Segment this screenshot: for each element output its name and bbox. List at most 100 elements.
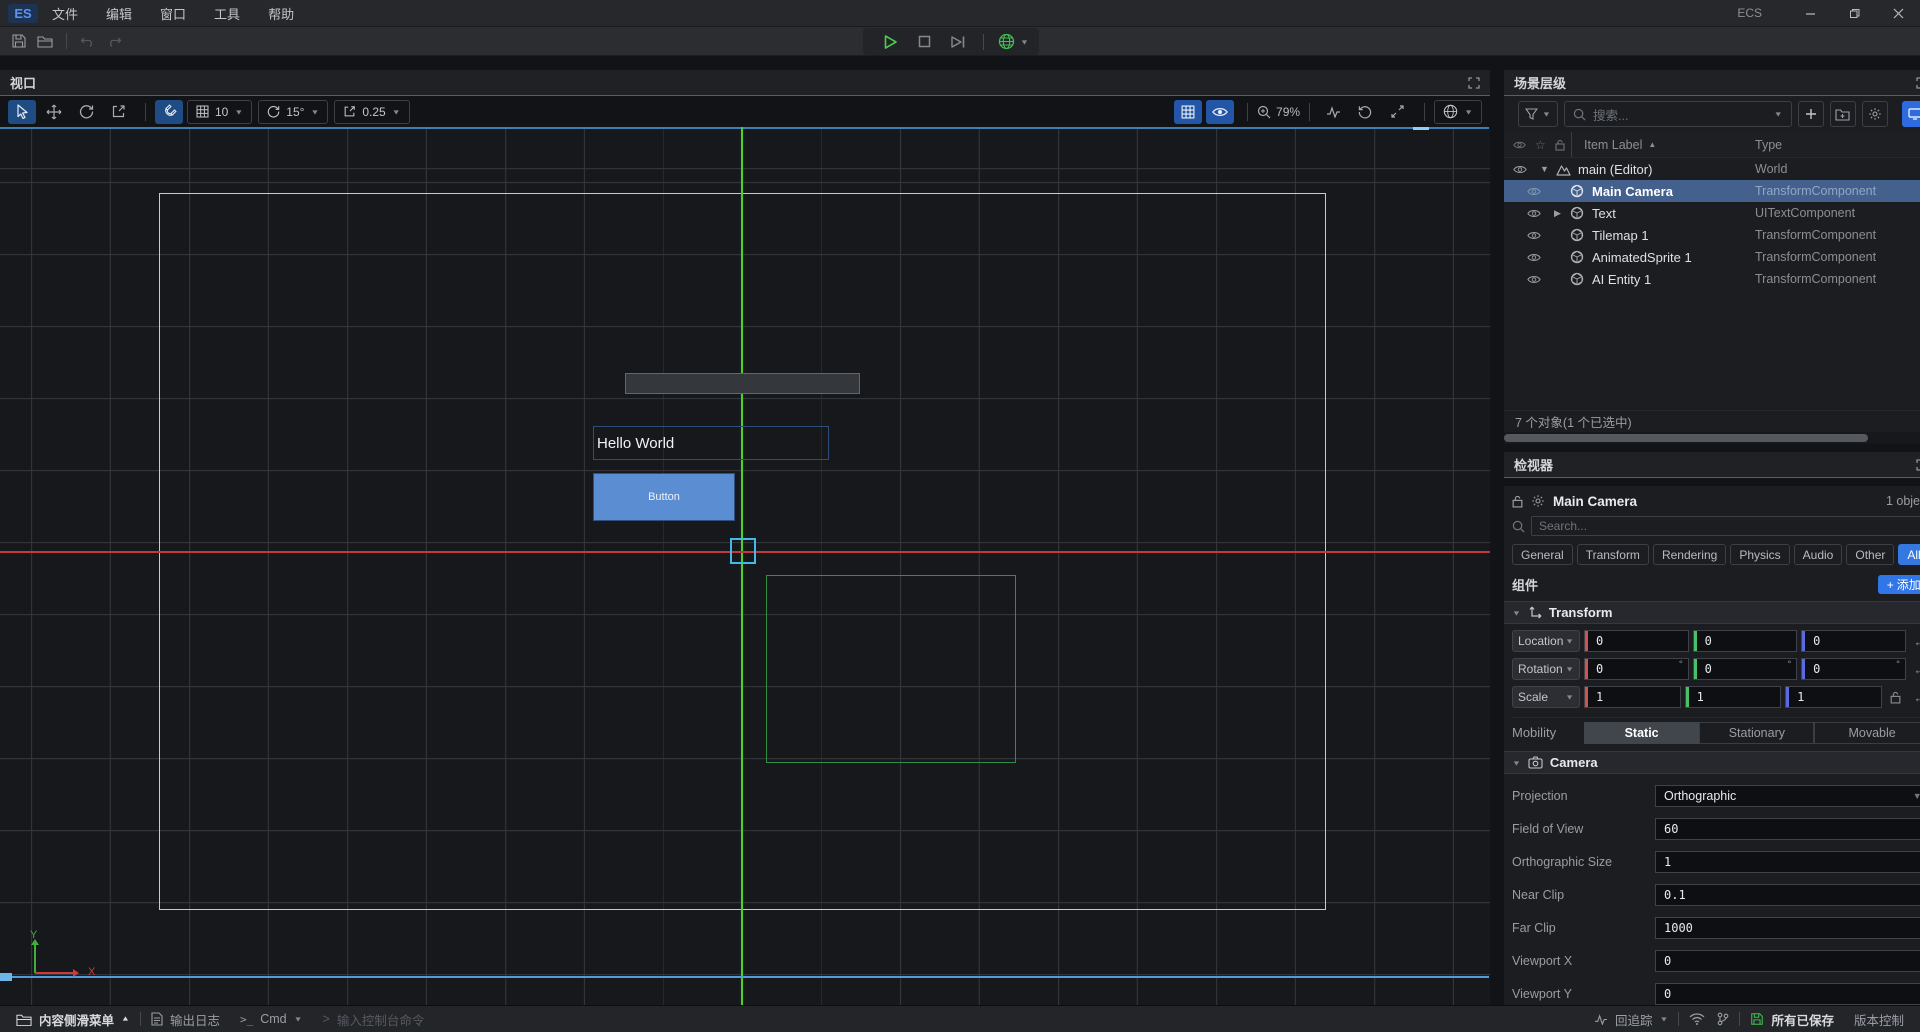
- projection-dropdown[interactable]: Orthographic ▼: [1655, 785, 1920, 807]
- network-status-icon[interactable]: [1679, 1006, 1715, 1032]
- maximize-button[interactable]: [1832, 0, 1876, 27]
- version-control-button[interactable]: 版本控制: [1844, 1006, 1920, 1032]
- stop-button[interactable]: [907, 30, 941, 54]
- hierarchy-search-input[interactable]: 搜索... ▼: [1564, 101, 1792, 127]
- step-forward-button[interactable]: [941, 30, 975, 54]
- edit-tool-button[interactable]: [104, 100, 132, 124]
- tree-row-ai-entity[interactable]: AI Entity 1 TransformComponent: [1504, 268, 1920, 290]
- canvas-top-scroll-thumb[interactable]: [1413, 127, 1429, 130]
- camera-section-header[interactable]: ▼ Camera: [1504, 751, 1920, 774]
- viewport-y-input[interactable]: 0: [1655, 983, 1920, 1005]
- redo-icon[interactable]: [101, 30, 127, 52]
- eye-icon[interactable]: [1527, 230, 1541, 241]
- tab-general[interactable]: General: [1512, 544, 1573, 565]
- world-run-globe-icon[interactable]: [992, 30, 1020, 54]
- unlock-icon[interactable]: [1886, 691, 1906, 704]
- tab-transform[interactable]: Transform: [1577, 544, 1649, 565]
- column-item-label[interactable]: Item Label ▲: [1572, 138, 1656, 152]
- menu-window[interactable]: 窗口: [146, 0, 200, 27]
- minimize-button[interactable]: [1788, 0, 1832, 27]
- lock-icon[interactable]: [1512, 495, 1523, 508]
- hscroll-thumb[interactable]: [1504, 434, 1868, 442]
- transform-section-header[interactable]: ▼ Transform: [1504, 601, 1920, 624]
- mobility-movable[interactable]: Movable: [1814, 722, 1920, 744]
- location-z-input[interactable]: 0: [1801, 630, 1906, 652]
- git-branch-icon[interactable]: [1715, 1006, 1739, 1032]
- eye-icon[interactable]: [1527, 208, 1541, 219]
- link-values-icon[interactable]: ↔: [1910, 690, 1920, 705]
- rotation-z-input[interactable]: 0°: [1801, 658, 1906, 680]
- view-mode-dropdown[interactable]: ▼: [1434, 100, 1482, 124]
- field-of-view-input[interactable]: 60: [1655, 818, 1920, 840]
- menu-file[interactable]: 文件: [38, 0, 92, 27]
- visibility-toggle-button[interactable]: [1206, 100, 1234, 124]
- add-component-button[interactable]: + 添加: [1878, 575, 1920, 594]
- fullscreen-icon[interactable]: [1383, 100, 1411, 124]
- tree-row-text[interactable]: ▶ Text UITextComponent: [1504, 202, 1920, 224]
- move-tool-button[interactable]: [40, 100, 68, 124]
- tilemap-object[interactable]: [625, 373, 860, 394]
- add-entity-button[interactable]: [1798, 101, 1824, 127]
- mobility-stationary[interactable]: Stationary: [1699, 722, 1814, 744]
- rotate-tool-button[interactable]: [72, 100, 100, 124]
- tree-row-tilemap[interactable]: Tilemap 1 TransformComponent: [1504, 224, 1920, 246]
- screen-view-button[interactable]: [1902, 101, 1920, 127]
- mobility-static[interactable]: Static: [1584, 722, 1699, 744]
- grid-toggle-button[interactable]: [1174, 100, 1202, 124]
- app-logo[interactable]: ES: [8, 4, 38, 23]
- chevron-down-icon[interactable]: ▼: [1540, 164, 1549, 174]
- tree-row-animatedsprite[interactable]: AnimatedSprite 1 TransformComponent: [1504, 246, 1920, 268]
- scene-canvas[interactable]: Hello World Button Y X: [0, 127, 1490, 1005]
- selection-handle[interactable]: [730, 538, 756, 564]
- zoom-level[interactable]: 79%: [1276, 105, 1300, 119]
- tree-row-main-camera[interactable]: Main Camera TransformComponent: [1504, 180, 1920, 202]
- select-tool-button[interactable]: [8, 100, 36, 124]
- menu-edit[interactable]: 编辑: [92, 0, 146, 27]
- location-dropdown[interactable]: Location▼: [1512, 630, 1580, 652]
- rotation-x-input[interactable]: 0°: [1584, 658, 1689, 680]
- menu-help[interactable]: 帮助: [254, 0, 308, 27]
- canvas-top-scrollbar[interactable]: [0, 127, 1489, 129]
- snap-tool-button[interactable]: [155, 100, 183, 124]
- eye-icon[interactable]: [1527, 274, 1541, 285]
- inspector-search-input[interactable]: Search...: [1531, 516, 1920, 536]
- column-type[interactable]: Type: [1755, 138, 1782, 152]
- eye-icon[interactable]: [1513, 164, 1527, 175]
- tab-physics[interactable]: Physics: [1730, 544, 1789, 565]
- viewport-expand-icon[interactable]: [1468, 77, 1480, 89]
- hierarchy-settings-button[interactable]: [1862, 101, 1888, 127]
- tab-other[interactable]: Other: [1846, 544, 1894, 565]
- add-folder-button[interactable]: [1830, 101, 1856, 127]
- location-x-input[interactable]: 0: [1584, 630, 1689, 652]
- hierarchy-hscrollbar[interactable]: [1504, 432, 1920, 444]
- text-object[interactable]: Hello World: [593, 426, 829, 460]
- close-button[interactable]: [1876, 0, 1920, 27]
- trace-dropdown[interactable]: 回追踪 ▼: [1584, 1006, 1678, 1032]
- scale-y-input[interactable]: 1: [1685, 686, 1782, 708]
- grid-snap-dropdown[interactable]: 10 ▼: [187, 100, 252, 124]
- rotation-y-input[interactable]: 0°: [1693, 658, 1798, 680]
- play-button[interactable]: [873, 30, 907, 54]
- save-icon[interactable]: [6, 30, 32, 52]
- chevron-right-icon[interactable]: ▶: [1554, 208, 1561, 219]
- tab-rendering[interactable]: Rendering: [1653, 544, 1726, 565]
- orthographic-size-input[interactable]: 1: [1655, 851, 1920, 873]
- tab-audio[interactable]: Audio: [1794, 544, 1843, 565]
- menu-tools[interactable]: 工具: [200, 0, 254, 27]
- rotation-dropdown[interactable]: Rotation▼: [1512, 658, 1580, 680]
- scale-z-input[interactable]: 1: [1785, 686, 1882, 708]
- globe-chevron-icon[interactable]: ▼: [1020, 38, 1029, 46]
- gear-icon[interactable]: [1531, 494, 1545, 508]
- reset-view-icon[interactable]: [1351, 100, 1379, 124]
- save-status[interactable]: 所有已保存: [1740, 1006, 1844, 1032]
- filter-dropdown[interactable]: ▼: [1518, 101, 1558, 127]
- tab-all[interactable]: All: [1898, 544, 1920, 565]
- rotate-snap-dropdown[interactable]: 15° ▼: [258, 100, 328, 124]
- undo-icon[interactable]: [75, 30, 101, 52]
- cmd-dropdown[interactable]: >_ Cmd ▼: [230, 1006, 313, 1032]
- eye-icon[interactable]: [1527, 252, 1541, 263]
- location-y-input[interactable]: 0: [1693, 630, 1798, 652]
- output-log-button[interactable]: 输出日志: [141, 1006, 230, 1032]
- viewport-x-input[interactable]: 0: [1655, 950, 1920, 972]
- scale-dropdown[interactable]: Scale▼: [1512, 686, 1580, 708]
